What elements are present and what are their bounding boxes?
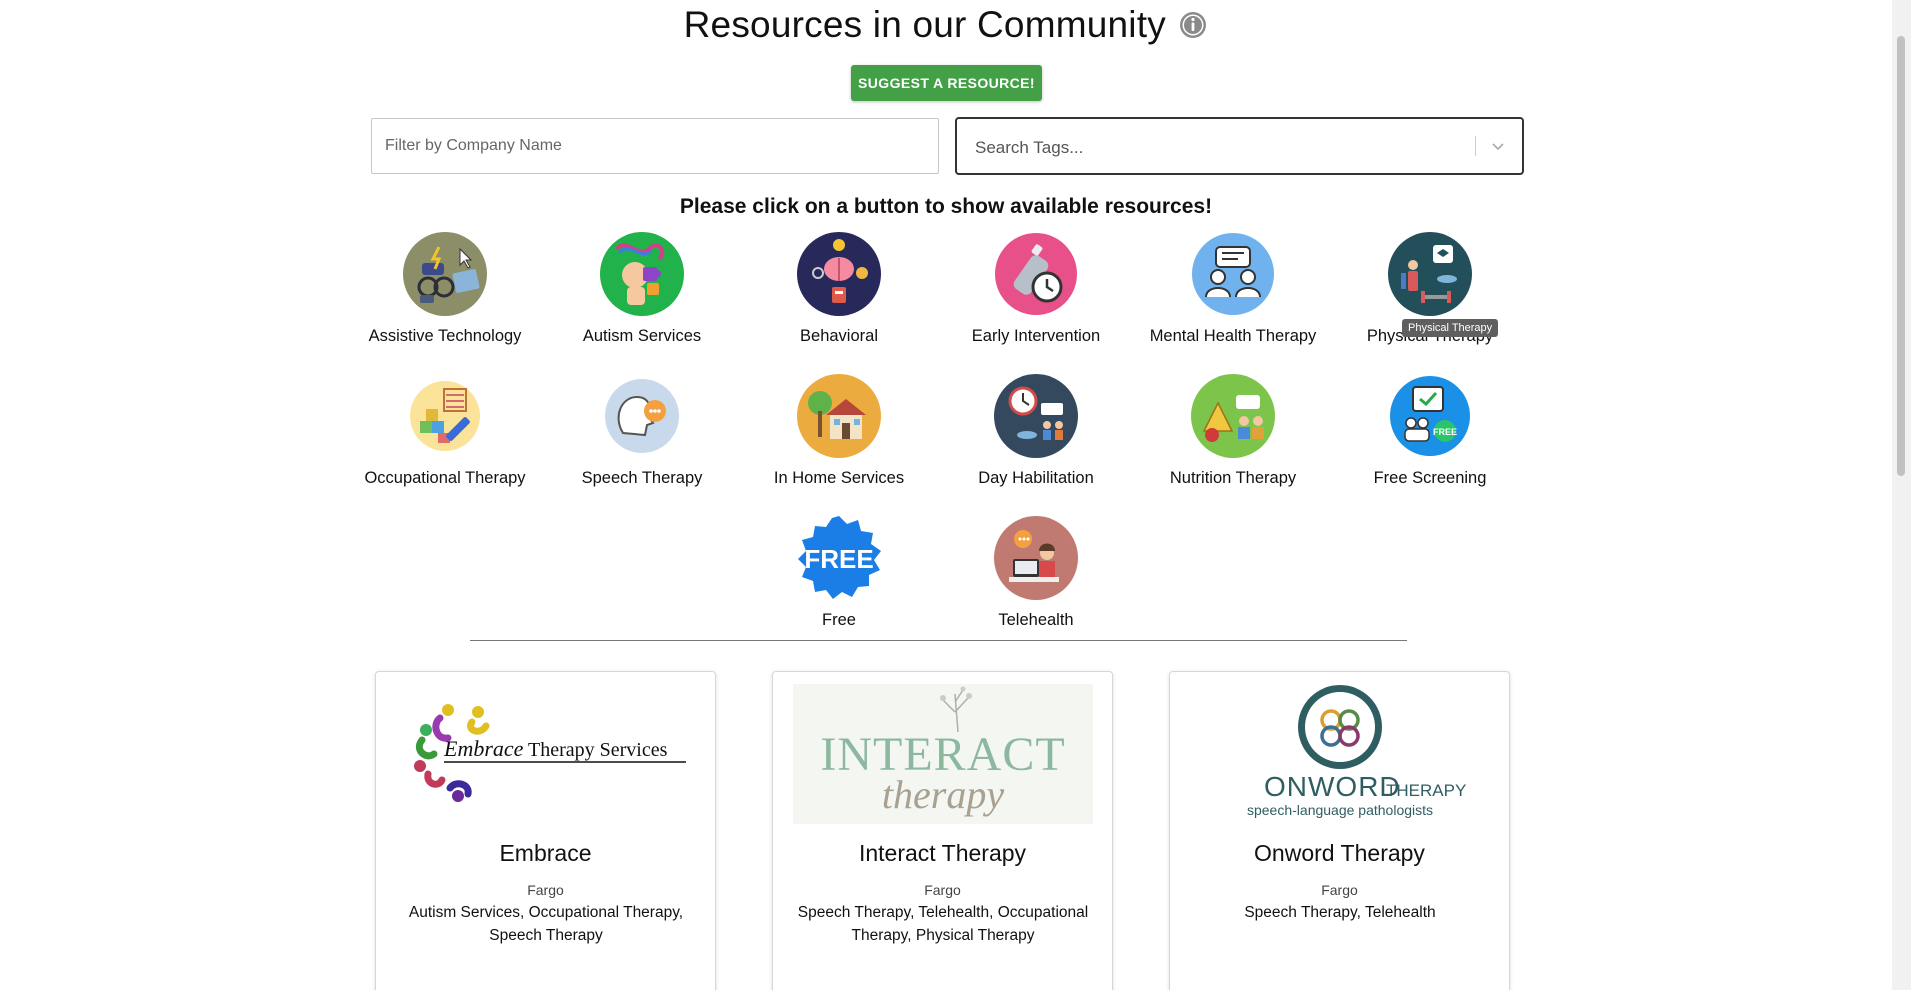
tags-placeholder: Search Tags... xyxy=(975,138,1084,157)
category-telehealth[interactable]: Telehealth xyxy=(938,515,1134,630)
select-separator xyxy=(1475,136,1476,156)
category-free[interactable]: FREE Free xyxy=(741,515,937,630)
embrace-logo: Embrace Therapy Services xyxy=(414,704,686,802)
page-scrollbar[interactable] xyxy=(1892,0,1911,990)
category-label: Free Screening xyxy=(1373,469,1487,487)
card-title: Interact Therapy xyxy=(858,840,1027,866)
svg-text:THERAPY: THERAPY xyxy=(1386,781,1466,800)
card-title: Onword Therapy xyxy=(1254,840,1425,866)
category-autism-services[interactable]: Autism Services xyxy=(544,231,740,346)
category-label: Telehealth xyxy=(998,611,1074,629)
company-name-filter-input[interactable] xyxy=(371,118,939,174)
category-label: Mental Health Therapy xyxy=(1149,327,1317,345)
category-assistive-technology[interactable]: Assistive Technology xyxy=(347,231,543,346)
category-label: Assistive Technology xyxy=(368,327,522,345)
category-in-home-services[interactable]: In Home Services xyxy=(741,373,937,488)
svg-text:Embrace: Embrace xyxy=(443,736,524,761)
card-city: Fargo xyxy=(924,882,961,898)
category-label: Nutrition Therapy xyxy=(1169,469,1297,487)
category-behavioral[interactable]: Behavioral xyxy=(741,231,937,346)
food-chat-icon xyxy=(1191,374,1275,458)
svg-text:ONWORD: ONWORD xyxy=(1264,771,1401,802)
category-label: Occupational Therapy xyxy=(364,469,526,487)
resource-card-embrace[interactable]: Embrace Therapy Services Embrace Fargo A… xyxy=(375,671,716,990)
category-label: Behavioral xyxy=(800,327,878,345)
interact-therapy-logo: INTERACT therapy xyxy=(793,684,1093,824)
computer-person-icon xyxy=(994,516,1078,600)
svg-text:FREE: FREE xyxy=(1433,427,1457,437)
category-label: Early Intervention xyxy=(971,327,1101,345)
svg-text:speech-language pathologists: speech-language pathologists xyxy=(1247,802,1433,818)
category-label: In Home Services xyxy=(773,469,905,487)
abc-blocks-icon xyxy=(410,381,480,451)
wheelchair-device-icon xyxy=(403,232,487,316)
free-badge-icon: FREE xyxy=(798,516,881,599)
svg-text:therapy: therapy xyxy=(882,772,1004,817)
chevron-down-icon[interactable] xyxy=(1488,136,1508,156)
brain-icon xyxy=(797,232,881,316)
category-speech-therapy[interactable]: Speech Therapy xyxy=(544,373,740,488)
card-city: Fargo xyxy=(1321,882,1358,898)
hover-tooltip: Physical Therapy xyxy=(1402,319,1499,337)
category-early-intervention[interactable]: Early Intervention xyxy=(938,231,1134,346)
category-occupational-therapy[interactable]: Occupational Therapy xyxy=(347,373,543,488)
section-divider xyxy=(470,640,1407,641)
category-label: Autism Services xyxy=(582,327,702,345)
card-tags: Speech Therapy, Telehealth, Occupational… xyxy=(797,904,1089,944)
card-city: Fargo xyxy=(527,882,564,898)
info-circle-icon[interactable] xyxy=(1178,10,1208,40)
suggest-resource-button[interactable]: SUGGEST A RESOURCE! xyxy=(851,65,1042,101)
clock-group-icon xyxy=(994,374,1078,458)
svg-text:FREE: FREE xyxy=(804,544,873,574)
house-icon xyxy=(797,374,881,458)
resource-prompt: Please click on a button to show availab… xyxy=(679,195,1213,218)
card-tags: Autism Services, Occupational Therapy, S… xyxy=(408,904,684,944)
page-title: Resources in our Community xyxy=(683,4,1166,45)
category-label: Day Habilitation xyxy=(978,469,1094,487)
category-label: Free xyxy=(822,611,856,629)
category-day-habilitation[interactable]: Day Habilitation xyxy=(938,373,1134,488)
baby-bottle-clock-icon xyxy=(995,233,1077,315)
puzzle-head-icon xyxy=(600,232,684,316)
scrollbar-thumb[interactable] xyxy=(1897,36,1905,476)
exercise-icon xyxy=(1388,232,1472,316)
category-mental-health-therapy[interactable]: Mental Health Therapy xyxy=(1135,231,1331,346)
card-title: Embrace xyxy=(499,840,592,866)
category-free-screening[interactable]: FREE Free Screening xyxy=(1332,373,1528,488)
speaking-head-icon xyxy=(605,379,679,453)
title-row: Resources in our Community xyxy=(0,4,1892,46)
onword-therapy-logo: ONWORD THERAPY speech-language pathologi… xyxy=(1247,685,1466,818)
resources-page: Resources in our Community SUGGEST A RES… xyxy=(0,0,1892,990)
screening-check-icon: FREE xyxy=(1390,376,1470,456)
svg-text:Therapy Services: Therapy Services xyxy=(528,739,668,761)
card-tags: Speech Therapy, Telehealth xyxy=(1244,904,1436,921)
category-label: Speech Therapy xyxy=(581,469,703,487)
tags-search-select[interactable]: Search Tags... xyxy=(955,117,1524,175)
chat-people-icon xyxy=(1192,233,1274,315)
resource-card-interact-therapy[interactable]: INTERACT therapy Interact Therapy Fargo … xyxy=(772,671,1113,990)
category-nutrition-therapy[interactable]: Nutrition Therapy xyxy=(1135,373,1331,488)
resource-card-onword-therapy[interactable]: ONWORD THERAPY speech-language pathologi… xyxy=(1169,671,1510,990)
